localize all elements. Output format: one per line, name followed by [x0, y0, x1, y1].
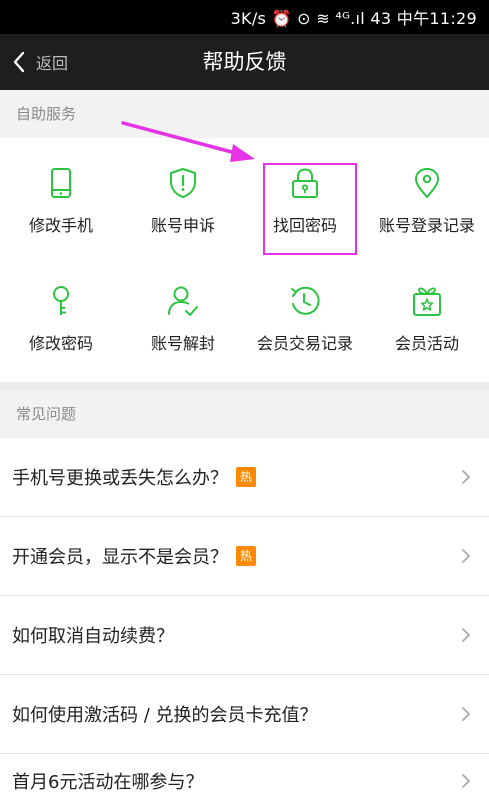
faq-item[interactable]: 手机号更换或丢失怎么办？ 热: [0, 438, 489, 517]
faq-item[interactable]: 如何使用激活码 / 兑换的会员卡充值？: [0, 675, 489, 754]
grid-item-label: 会员活动: [394, 334, 459, 353]
annotation-arrow: [121, 121, 255, 162]
faq-question: 如何取消自动续费？: [12, 626, 174, 647]
faq-item[interactable]: 首月6元活动在哪参与？: [0, 754, 489, 808]
faq-heading: 常见问题: [0, 390, 489, 438]
grid-item-label: 修改密码: [28, 334, 93, 353]
hot-badge: 热: [236, 467, 256, 487]
grid-item-change-phone[interactable]: 修改手机: [0, 138, 122, 260]
chevron-right-icon: [462, 774, 470, 788]
page-title: 帮助反馈: [202, 50, 287, 74]
user-check-icon: [168, 286, 198, 316]
faq-item[interactable]: 如何取消自动续费？: [0, 596, 489, 675]
lock-icon: [292, 168, 318, 198]
status-bar: 3K/s ⏰ ⊙ ≋ ⁴ᴳ.ıl 43 中午11:29: [0, 0, 489, 34]
top-bar: 返回 帮助反馈: [0, 34, 489, 90]
faq-question: 手机号更换或丢失怎么办？: [12, 468, 228, 489]
chevron-right-icon: [462, 707, 470, 721]
grid-item-label: 账号解封: [150, 334, 215, 353]
grid-item-member-transactions[interactable]: 会员交易记录: [244, 256, 366, 378]
status-text: 3K/s ⏰ ⊙ ≋ ⁴ᴳ.ıl 43 中午11:29: [230, 9, 477, 28]
grid-item-label: 找回密码: [272, 216, 337, 235]
hot-badge: 热: [236, 546, 256, 566]
location-pin-icon: [415, 168, 439, 198]
key-icon: [53, 286, 69, 315]
faq-item[interactable]: 开通会员，显示不是会员？ 热: [0, 517, 489, 596]
chevron-right-icon: [462, 549, 470, 563]
clock-history-icon: [291, 286, 320, 315]
chevron-right-icon: [462, 470, 470, 484]
grid-item-label: 账号申诉: [150, 216, 215, 235]
grid-item-member-events[interactable]: 会员活动: [366, 256, 488, 378]
faq-question: 开通会员，显示不是会员？: [12, 547, 228, 568]
phone-icon: [51, 168, 71, 198]
faq-question: 如何使用激活码 / 兑换的会员卡充值？: [12, 705, 318, 726]
chevron-right-icon: [462, 628, 470, 642]
grid-item-unblock-account[interactable]: 账号解封: [122, 256, 244, 378]
grid-item-label: 修改手机: [28, 216, 93, 235]
grid-item-label: 账号登录记录: [378, 216, 475, 235]
section-divider: [0, 382, 489, 390]
grid-item-change-password[interactable]: 修改密码: [0, 256, 122, 378]
grid-item-login-records[interactable]: 账号登录记录: [366, 138, 488, 260]
gift-icon: [413, 287, 441, 316]
faq-question: 首月6元活动在哪参与？: [12, 772, 204, 793]
grid-item-label: 会员交易记录: [256, 334, 353, 353]
